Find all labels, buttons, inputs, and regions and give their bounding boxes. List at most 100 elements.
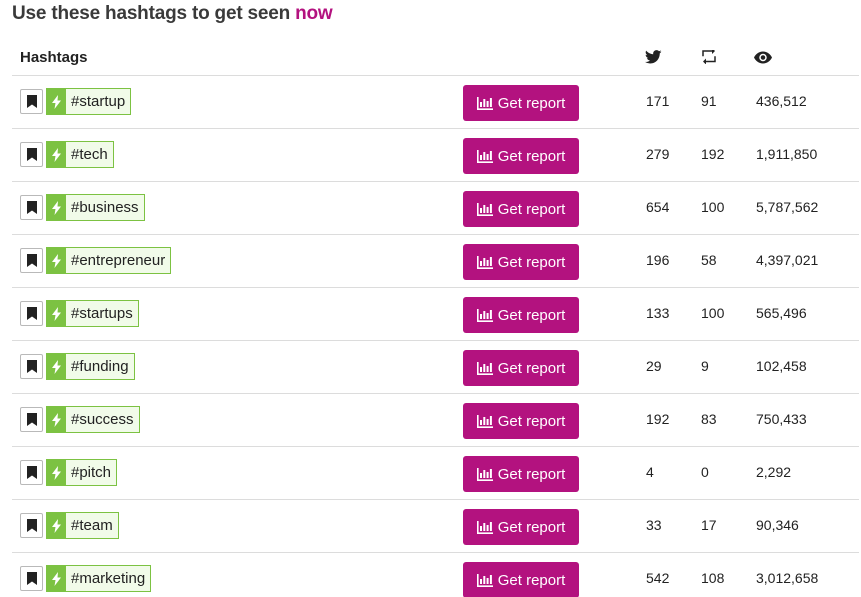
hashtag-label: #success xyxy=(71,411,134,428)
views-count: 3,012,658 xyxy=(756,570,819,586)
tweets-count: 133 xyxy=(646,305,670,321)
hashtag-chip[interactable]: #team xyxy=(46,512,119,539)
bookmark-button[interactable] xyxy=(20,354,43,379)
bookmark-icon xyxy=(26,307,37,320)
lightning-bolt-icon xyxy=(47,301,66,326)
get-report-label: Get report xyxy=(497,359,566,377)
get-report-button[interactable]: Get report xyxy=(463,456,579,492)
retweets-count: 9 xyxy=(701,358,709,374)
hashtags-table: Hashtags #startup Get report 171 91 436,… xyxy=(12,38,859,597)
tweets-count: 4 xyxy=(646,464,654,480)
tweets-count: 192 xyxy=(646,411,670,427)
bookmark-icon xyxy=(26,360,37,373)
get-report-label: Get report xyxy=(497,518,566,536)
get-report-label: Get report xyxy=(497,147,566,165)
bookmark-icon xyxy=(26,413,37,426)
page-title: Use these hashtags to get seen now xyxy=(12,3,333,25)
bookmark-icon xyxy=(26,148,37,161)
views-count: 4,397,021 xyxy=(756,252,819,268)
bar-chart-icon xyxy=(476,96,493,110)
retweets-count: 100 xyxy=(701,305,725,321)
get-report-button[interactable]: Get report xyxy=(463,509,579,545)
views-count: 5,787,562 xyxy=(756,199,819,215)
lightning-bolt-icon xyxy=(47,566,66,591)
retweet-icon xyxy=(700,48,718,66)
tweets-count: 29 xyxy=(646,358,662,374)
bookmark-icon xyxy=(26,254,37,267)
bookmark-button[interactable] xyxy=(20,460,43,485)
hashtags-column-header: Hashtags xyxy=(20,49,88,66)
hashtag-chip[interactable]: #tech xyxy=(46,141,114,168)
bar-chart-icon xyxy=(476,520,493,534)
table-row: #startups Get report 133 100 565,496 xyxy=(12,288,859,341)
bookmark-button[interactable] xyxy=(20,195,43,220)
retweets-count: 100 xyxy=(701,199,725,215)
hashtag-label: #business xyxy=(71,199,139,216)
bookmark-icon xyxy=(26,519,37,532)
bar-chart-icon xyxy=(476,255,493,269)
table-header: Hashtags xyxy=(12,38,859,76)
bookmark-button[interactable] xyxy=(20,301,43,326)
views-count: 102,458 xyxy=(756,358,807,374)
views-count: 1,911,850 xyxy=(756,146,818,162)
bar-chart-icon xyxy=(476,149,493,163)
table-body: #startup Get report 171 91 436,512 #tech… xyxy=(12,76,859,597)
tweets-count: 196 xyxy=(646,252,670,268)
views-count: 90,346 xyxy=(756,517,799,533)
hashtag-chip[interactable]: #marketing xyxy=(46,565,152,592)
eye-icon xyxy=(754,48,772,66)
get-report-button[interactable]: Get report xyxy=(463,85,579,121)
get-report-label: Get report xyxy=(497,571,566,589)
bookmark-icon xyxy=(26,201,37,214)
hashtag-chip[interactable]: #startup xyxy=(46,88,132,115)
bookmark-button[interactable] xyxy=(20,248,43,273)
get-report-label: Get report xyxy=(497,200,566,218)
get-report-button[interactable]: Get report xyxy=(463,403,579,439)
get-report-button[interactable]: Get report xyxy=(463,138,579,174)
bookmark-icon xyxy=(26,572,37,585)
table-row: #funding Get report 29 9 102,458 xyxy=(12,341,859,394)
get-report-button[interactable]: Get report xyxy=(463,191,579,227)
retweets-count: 192 xyxy=(701,146,725,162)
get-report-button[interactable]: Get report xyxy=(463,297,579,333)
twitter-bird-icon xyxy=(644,48,662,66)
hashtag-chip[interactable]: #pitch xyxy=(46,459,118,486)
table-row: #entrepreneur Get report 196 58 4,397,02… xyxy=(12,235,859,288)
views-count: 2,292 xyxy=(756,464,792,480)
tweets-count: 279 xyxy=(646,146,670,162)
retweets-count: 83 xyxy=(701,411,717,427)
get-report-button[interactable]: Get report xyxy=(463,350,579,386)
bar-chart-icon xyxy=(476,202,493,216)
lightning-bolt-icon xyxy=(47,142,66,167)
table-row: #business Get report 654 100 5,787,562 xyxy=(12,182,859,235)
title-accent: now xyxy=(295,3,333,24)
bookmark-button[interactable] xyxy=(20,89,43,114)
lightning-bolt-icon xyxy=(47,513,66,538)
bookmark-button[interactable] xyxy=(20,407,43,432)
hashtag-label: #marketing xyxy=(71,570,146,587)
hashtag-chip[interactable]: #business xyxy=(46,194,145,221)
hashtag-label: #funding xyxy=(71,358,129,375)
bookmark-icon xyxy=(26,466,37,479)
hashtag-label: #startups xyxy=(71,305,133,322)
bookmark-button[interactable] xyxy=(20,513,43,538)
lightning-bolt-icon xyxy=(47,89,66,114)
get-report-button[interactable]: Get report xyxy=(463,562,579,597)
lightning-bolt-icon xyxy=(47,460,66,485)
retweets-count: 58 xyxy=(701,252,717,268)
get-report-label: Get report xyxy=(497,465,566,483)
bookmark-button[interactable] xyxy=(20,142,43,167)
views-count: 565,496 xyxy=(756,305,807,321)
hashtag-chip[interactable]: #entrepreneur xyxy=(46,247,172,274)
hashtag-label: #startup xyxy=(71,93,126,110)
hashtag-chip[interactable]: #success xyxy=(46,406,140,433)
hashtag-chip[interactable]: #funding xyxy=(46,353,135,380)
hashtag-chip[interactable]: #startups xyxy=(46,300,139,327)
bar-chart-icon xyxy=(476,573,493,587)
tweets-count: 542 xyxy=(646,570,670,586)
bookmark-button[interactable] xyxy=(20,566,43,591)
table-row: #marketing Get report 542 108 3,012,658 xyxy=(12,553,859,597)
get-report-button[interactable]: Get report xyxy=(463,244,579,280)
table-row: #startup Get report 171 91 436,512 xyxy=(12,76,859,129)
lightning-bolt-icon xyxy=(47,248,66,273)
